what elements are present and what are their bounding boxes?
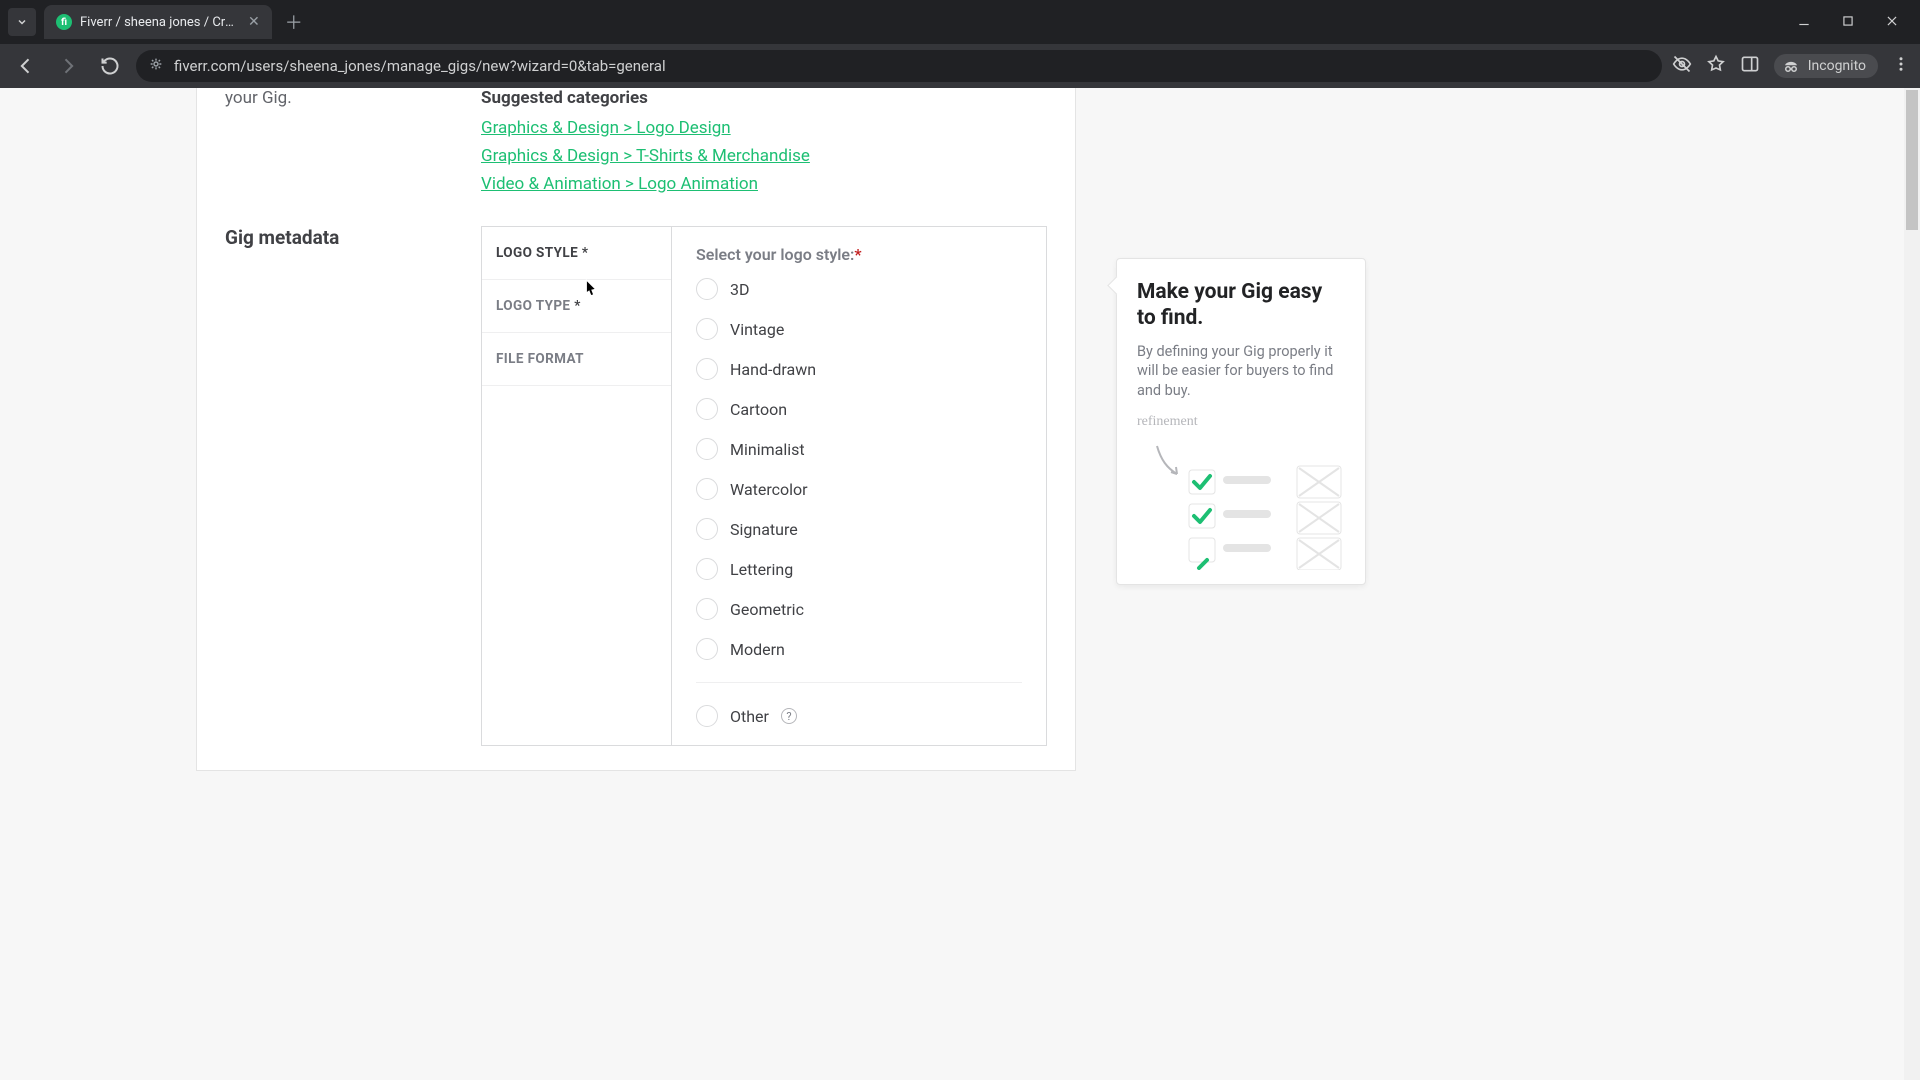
tip-title: Make your Gig easy to find. [1137,279,1345,332]
gig-metadata-box: LOGO STYLE * LOGO TYPE * FILE FORMAT Sel… [481,226,1047,746]
pane-title: Select your logo style:* [696,245,1022,264]
help-icon[interactable]: ? [781,708,797,724]
option-minimalist[interactable]: Minimalist [696,438,1022,460]
nav-forward-button[interactable] [52,50,84,82]
tracking-off-icon[interactable] [1672,54,1692,78]
tip-illustration: refinement [1137,410,1345,570]
side-panel-icon[interactable] [1740,54,1760,78]
option-hand-drawn[interactable]: Hand-drawn [696,358,1022,380]
window-maximize-icon[interactable] [1836,13,1860,32]
gig-form-card: your Gig. Suggested categories Graphics … [196,88,1076,771]
suggested-categories-heading: Suggested categories [481,88,1047,108]
meta-tab-file-format[interactable]: FILE FORMAT [482,333,671,386]
bookmark-star-icon[interactable] [1706,54,1726,78]
logo-style-options: 3D Vintage Hand-drawn Cartoon Minimalist… [696,278,1022,727]
option-watercolor[interactable]: Watercolor [696,478,1022,500]
window-minimize-icon[interactable] [1792,13,1816,32]
tab-search-button[interactable] [8,8,36,36]
fiverr-favicon-icon: fi [56,14,72,30]
nav-reload-button[interactable] [94,50,126,82]
site-info-icon[interactable] [148,56,164,76]
option-geometric[interactable]: Geometric [696,598,1022,620]
option-other[interactable]: Other ? [696,705,1022,727]
address-bar[interactable]: fiverr.com/users/sheena_jones/manage_gig… [136,50,1662,82]
options-divider [696,682,1022,683]
nav-back-button[interactable] [10,50,42,82]
browser-tab[interactable]: fi Fiverr / sheena jones / Create a ✕ [44,5,272,39]
window-titlebar: fi Fiverr / sheena jones / Create a ✕ ＋ [0,0,1920,44]
address-bar-url: fiverr.com/users/sheena_jones/manage_gig… [174,57,666,75]
kebab-menu-icon[interactable] [1892,55,1910,77]
tip-card: Make your Gig easy to find. By defining … [1116,258,1366,585]
suggested-category-link[interactable]: Video & Animation > Logo Animation [481,174,1047,194]
window-close-icon[interactable] [1880,13,1904,32]
browser-toolbar: fiverr.com/users/sheena_jones/manage_gig… [0,44,1920,88]
gig-metadata-label: Gig metadata [225,226,453,746]
new-tab-button[interactable]: ＋ [280,8,308,36]
incognito-label: Incognito [1808,58,1866,74]
option-modern[interactable]: Modern [696,638,1022,660]
suggested-category-link[interactable]: Graphics & Design > T-Shirts & Merchandi… [481,146,1047,166]
option-signature[interactable]: Signature [696,518,1022,540]
meta-tab-logo-type[interactable]: LOGO TYPE * [482,280,671,333]
scrollbar-thumb[interactable] [1906,90,1918,230]
option-lettering[interactable]: Lettering [696,558,1022,580]
meta-tab-logo-style[interactable]: LOGO STYLE * [482,227,671,280]
tab-title: Fiverr / sheena jones / Create a [80,15,240,30]
option-3d[interactable]: 3D [696,278,1022,300]
tip-body: By defining your Gig properly it will be… [1137,342,1345,401]
close-tab-icon[interactable]: ✕ [248,14,260,30]
option-cartoon[interactable]: Cartoon [696,398,1022,420]
option-vintage[interactable]: Vintage [696,318,1022,340]
vertical-scrollbar[interactable] [1904,88,1920,1080]
helper-text-truncated: your Gig. [225,88,453,108]
incognito-indicator[interactable]: Incognito [1774,54,1878,78]
incognito-icon [1782,59,1800,73]
suggested-category-link[interactable]: Graphics & Design > Logo Design [481,118,1047,138]
